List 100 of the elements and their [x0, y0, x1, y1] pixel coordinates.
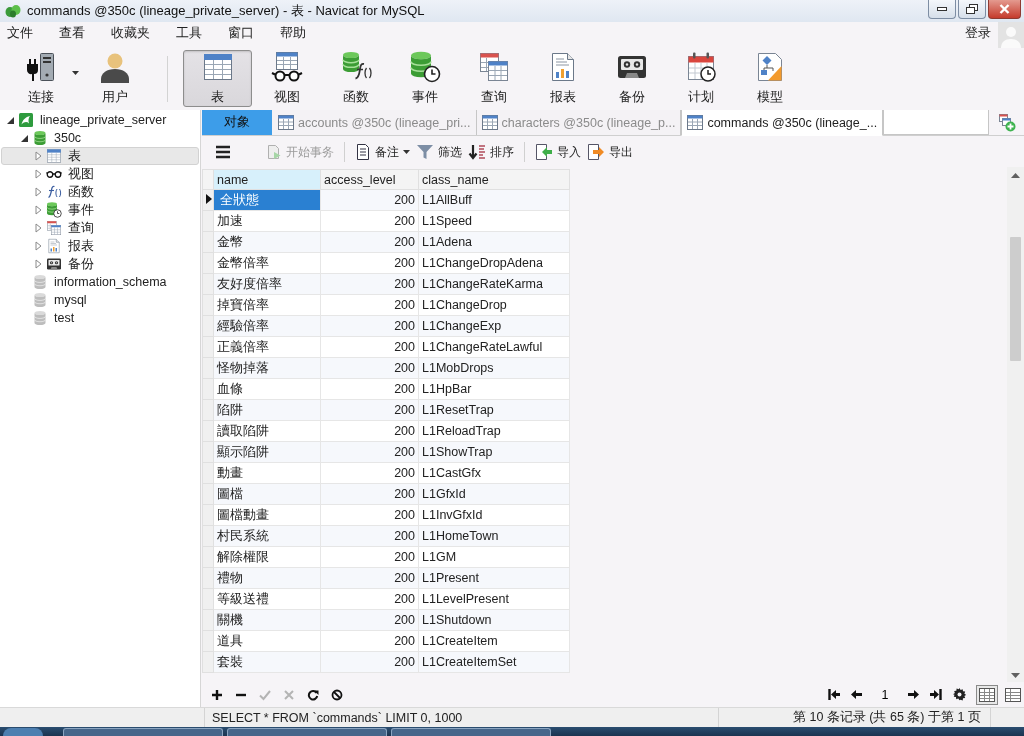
- login-link[interactable]: 登录: [965, 24, 991, 42]
- toolbar-button[interactable]: 排序: [465, 140, 517, 164]
- minimize-icon: [937, 7, 947, 11]
- tree-item[interactable]: 查询: [1, 219, 199, 237]
- plus-icon[interactable]: [211, 688, 223, 701]
- expanded-arrow-icon[interactable]: [6, 116, 14, 124]
- table-icon: [278, 115, 294, 130]
- restore-button[interactable]: [958, 0, 986, 19]
- input-field[interactable]: [883, 110, 989, 135]
- toolbar-button[interactable]: 查询: [459, 50, 528, 107]
- arrow-right-icon[interactable]: [907, 689, 919, 700]
- form-icon: [1005, 687, 1021, 702]
- document-icon: [355, 144, 371, 160]
- caret-icon[interactable]: [72, 71, 79, 75]
- collapsed-arrow-icon[interactable]: [34, 241, 42, 251]
- toolbar-button[interactable]: 表: [183, 50, 252, 107]
- tree-item[interactable]: 事件: [1, 201, 199, 219]
- column-header[interactable]: access_level: [320, 169, 419, 190]
- database-clock-icon: [46, 202, 62, 218]
- table-icon: [46, 148, 62, 164]
- scrollbar-thumb[interactable]: [1010, 237, 1021, 361]
- tree-item[interactable]: information_schema: [1, 273, 199, 291]
- funnel-icon: [416, 144, 434, 160]
- toolbar-button[interactable]: 计划: [666, 50, 735, 107]
- close-icon: [999, 4, 1010, 14]
- menu-item[interactable]: 文件: [7, 24, 33, 42]
- cassette-icon: [46, 256, 62, 272]
- sort-arrow-icon: [468, 144, 486, 160]
- menu-item[interactable]: 工具: [176, 24, 202, 42]
- toolbar-button[interactable]: 用户: [84, 50, 146, 107]
- document-arrow-left-icon: [535, 144, 553, 160]
- collapsed-arrow-icon[interactable]: [34, 259, 42, 269]
- vertical-scrollbar[interactable]: [1007, 167, 1024, 682]
- toolbar-button[interactable]: 报表: [528, 50, 597, 107]
- grid-view-button[interactable]: [976, 684, 998, 705]
- circle-slash-icon[interactable]: [331, 688, 343, 701]
- toolbar-button[interactable]: 模型: [735, 50, 804, 107]
- tree-item[interactable]: test: [1, 309, 199, 327]
- tree-item[interactable]: 报表: [1, 237, 199, 255]
- report-chart-icon: [46, 238, 62, 254]
- collapsed-arrow-icon[interactable]: [34, 205, 42, 215]
- column-header[interactable]: name: [213, 169, 321, 190]
- collapsed-arrow-icon[interactable]: [34, 151, 42, 161]
- tree-item[interactable]: 视图: [1, 165, 199, 183]
- tree-item[interactable]: 备份: [1, 255, 199, 273]
- toolbar-button[interactable]: 导入: [532, 140, 584, 164]
- document-play-icon: [266, 144, 282, 160]
- tree-item[interactable]: 350c: [1, 129, 199, 147]
- table-icon: [481, 115, 498, 130]
- refresh-icon[interactable]: [307, 688, 319, 701]
- table-plus-icon: [996, 113, 1017, 132]
- scroll-up-icon[interactable]: [1011, 173, 1020, 178]
- toolbar-button[interactable]: 筛选: [413, 140, 465, 164]
- toolbar-button[interactable]: 备份: [597, 50, 666, 107]
- tree-item[interactable]: mysql: [1, 291, 199, 309]
- toolbar-button[interactable]: 连接: [12, 50, 84, 107]
- settings-icon[interactable]: [953, 688, 966, 701]
- taskbar-button[interactable]: [63, 728, 223, 736]
- window-title: commands @350c (lineage_private_server) - 表 - Navicat for MySQL: [27, 2, 425, 20]
- minimize-button[interactable]: [928, 0, 956, 19]
- taskbar-button[interactable]: [227, 728, 387, 736]
- table-glasses-icon: [269, 51, 304, 83]
- menu-item[interactable]: 窗口: [228, 24, 254, 42]
- collapsed-arrow-icon[interactable]: [34, 187, 42, 197]
- arrow-left-icon[interactable]: [851, 689, 863, 700]
- menu-item[interactable]: 帮助: [280, 24, 306, 42]
- menu-item[interactable]: 收藏夹: [111, 24, 150, 42]
- toolbar-button[interactable]: 函数: [321, 50, 390, 107]
- restore-icon: [966, 4, 978, 14]
- stacked-tables-icon: [46, 220, 62, 236]
- caret-icon[interactable]: [403, 150, 410, 154]
- expanded-arrow-icon[interactable]: [20, 134, 28, 142]
- last-page-icon[interactable]: [930, 689, 942, 700]
- tree-item[interactable]: lineage_private_server: [1, 111, 199, 129]
- collapsed-arrow-icon[interactable]: [34, 223, 42, 233]
- person-icon: [98, 51, 132, 83]
- tab[interactable]: 对象: [202, 110, 273, 135]
- close-button[interactable]: [988, 0, 1021, 19]
- menu-item[interactable]: 查看: [59, 24, 85, 42]
- tab[interactable]: commands @350c (lineage_...: [681, 110, 884, 136]
- toolbar-button[interactable]: 视图: [252, 50, 321, 107]
- database-clock-icon: [407, 51, 442, 83]
- toolbar-button[interactable]: 导出: [584, 140, 636, 164]
- page-number-field[interactable]: 1: [874, 685, 896, 704]
- first-page-icon[interactable]: [828, 689, 840, 700]
- menu-icon[interactable]: [215, 145, 231, 159]
- scroll-down-icon[interactable]: [1011, 673, 1020, 678]
- tree-item[interactable]: 函数: [1, 183, 199, 201]
- start-button[interactable]: [3, 728, 43, 736]
- grid-icon: [979, 687, 995, 702]
- tree-item[interactable]: 表: [1, 147, 199, 165]
- column-header[interactable]: class_name: [418, 169, 570, 190]
- table-icon: [687, 115, 704, 130]
- taskbar-button[interactable]: [391, 728, 551, 736]
- collapsed-arrow-icon[interactable]: [34, 169, 42, 179]
- toolbar-button[interactable]: 事件: [390, 50, 459, 107]
- app-logo-icon: [5, 4, 21, 18]
- record-position-text: 第 10 条记录 (共 65 条) 于第 1 页: [792, 709, 981, 726]
- toolbar-button[interactable]: 备注: [352, 140, 413, 164]
- row-header[interactable]: [202, 189, 214, 211]
